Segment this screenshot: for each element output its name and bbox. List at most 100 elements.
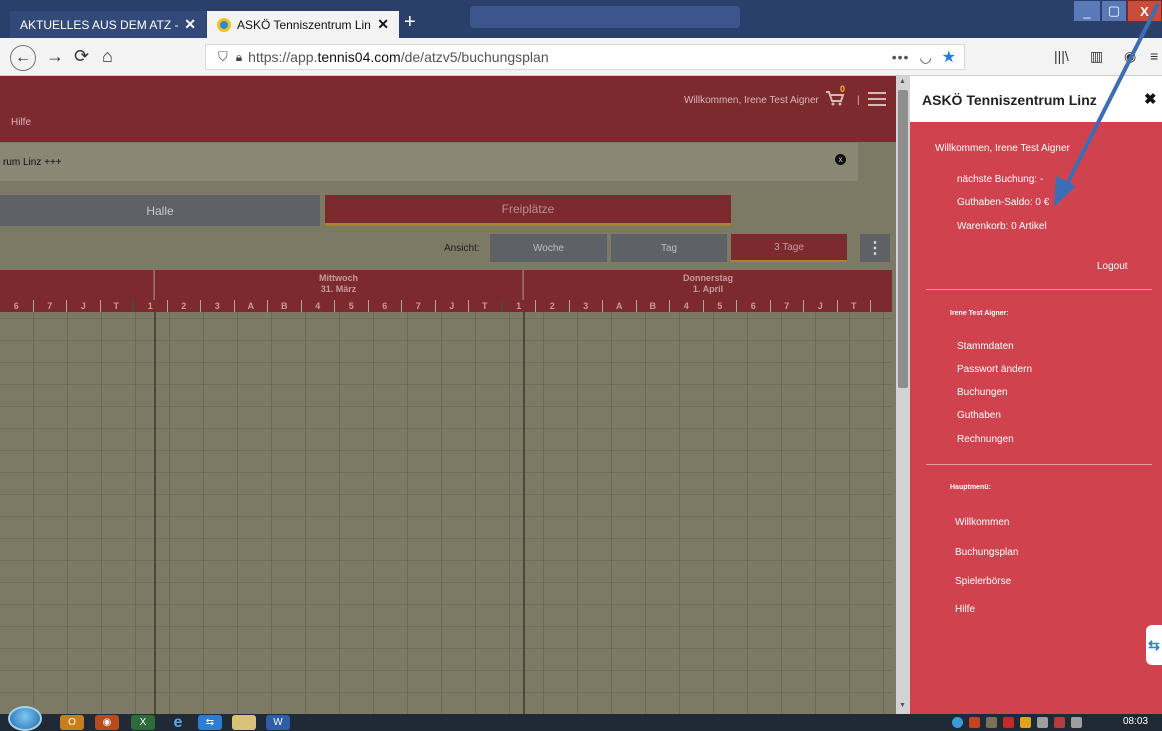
system-tray (952, 715, 1082, 730)
tab-freiplaetze[interactable]: Freiplätze (325, 195, 731, 226)
tab-close-icon[interactable]: ✕ (184, 16, 196, 33)
windows-taskbar: O ◉ X e ⇆ W 08:03 (0, 706, 1162, 731)
link-hilfe[interactable]: Hilfe (955, 604, 975, 615)
link-rechnungen[interactable]: Rechnungen (957, 434, 1014, 445)
court-label: B (637, 300, 670, 312)
back-arrow-icon[interactable]: ← (10, 45, 36, 71)
page-actions-icon[interactable]: ••• (892, 49, 910, 65)
scrollbar-thumb[interactable] (898, 90, 908, 388)
tray-app-icon[interactable] (969, 717, 980, 728)
header-welcome-text: Willkommen, Irene Test Aigner (684, 95, 819, 106)
browser-nav-bar: ← → ⟳ ⌂ ⛉ 🔒︎ https://app.tennis04.com/de… (0, 38, 1162, 76)
day-date: 31. März (320, 284, 357, 294)
court-label: 4 (670, 300, 704, 312)
tray-display-icon[interactable] (1071, 717, 1082, 728)
main-menu-heading: Hauptmenü: (950, 484, 991, 491)
court-label: 2 (536, 300, 570, 312)
view-day-button[interactable]: Tag (611, 234, 727, 262)
bookmark-star-icon[interactable]: ★ (942, 47, 956, 67)
more-options-icon[interactable]: ⋮ (860, 234, 890, 262)
balance: Guthaben-Saldo: 0 € (957, 197, 1050, 208)
court-label: 6 (737, 300, 771, 312)
browser-tab-tennis[interactable]: ASKÖ Tenniszentrum Linz - Che ✕ (207, 11, 399, 38)
cart-summary: Warenkorb: 0 Artikel (957, 221, 1047, 232)
hamburger-menu-icon[interactable] (868, 92, 886, 110)
titlebar-glow (470, 6, 740, 28)
cart-icon[interactable]: 0 (825, 84, 847, 108)
url-text[interactable]: https://app.tennis04.com/de/atzv5/buchun… (248, 49, 892, 65)
next-booking: nächste Buchung: - (957, 174, 1044, 185)
court-header-row: 67JT123AB4567JT123AB4567JT (0, 300, 892, 312)
court-label: J (67, 300, 101, 312)
tab-halle[interactable]: Halle (0, 195, 320, 226)
outlook-icon[interactable]: O (60, 715, 84, 730)
tab-title: ASKÖ Tenniszentrum Linz - Che (237, 17, 371, 32)
court-label: J (804, 300, 838, 312)
firefox-icon[interactable]: ◉ (95, 715, 119, 730)
internet-explorer-icon[interactable]: e (166, 714, 190, 731)
tray-pdf-icon[interactable] (1003, 717, 1014, 728)
new-tab-button[interactable]: + (404, 11, 416, 34)
tray-app-icon[interactable] (1020, 717, 1031, 728)
link-stammdaten[interactable]: Stammdaten (957, 341, 1014, 352)
header-separator: | (857, 95, 860, 106)
court-label: 6 (0, 300, 34, 312)
scroll-down-icon[interactable]: ▼ (899, 702, 906, 709)
header-help-link[interactable]: Hilfe (11, 117, 31, 128)
home-icon[interactable]: ⌂ (102, 46, 113, 67)
favicon-icon (217, 17, 231, 32)
day-date: 1. April (692, 284, 724, 294)
news-ticker-text: rum Linz +++ (3, 157, 62, 168)
lock-icon[interactable]: 🔒︎ (236, 50, 242, 65)
day-header (0, 270, 154, 300)
teamviewer-icon[interactable]: ⇆ (198, 715, 222, 730)
view-3days-button[interactable]: 3 Tage (731, 234, 847, 262)
link-guthaben[interactable]: Guthaben (957, 410, 1001, 421)
day-header: Mittwoch 31. März (155, 270, 523, 300)
day-name: Donnerstag (682, 273, 733, 283)
tray-volume-icon[interactable] (1037, 717, 1048, 728)
link-buchungen[interactable]: Buchungen (957, 387, 1008, 398)
day-name: Mittwoch (319, 273, 358, 283)
start-button-icon[interactable] (8, 706, 42, 731)
tab-title: AKTUELLES AUS DEM ATZ - at (20, 17, 179, 32)
shield-icon[interactable]: ⛉ (218, 49, 228, 65)
court-label: 7 (402, 300, 436, 312)
court-label: 7 (771, 300, 804, 312)
news-ticker: rum Linz +++ x (0, 143, 858, 181)
tray-network-icon[interactable] (952, 717, 963, 728)
link-passwort-aendern[interactable]: Passwort ändern (957, 364, 1032, 375)
court-label: A (235, 300, 268, 312)
court-label: 4 (302, 300, 335, 312)
court-label: A (603, 300, 637, 312)
tray-app-icon[interactable] (986, 717, 997, 728)
view-week-button[interactable]: Woche (490, 234, 607, 262)
booking-grid[interactable] (0, 312, 892, 714)
explorer-folder-icon[interactable] (232, 715, 256, 730)
pocket-icon[interactable]: ◡ (919, 49, 931, 66)
court-label: 7 (34, 300, 67, 312)
address-bar[interactable]: ⛉ 🔒︎ https://app.tennis04.com/de/atzv5/b… (205, 44, 965, 70)
link-spielerboerse[interactable]: Spielerbörse (955, 576, 1011, 587)
logout-link[interactable]: Logout (1097, 261, 1128, 272)
court-label: 3 (570, 300, 603, 312)
tab-close-icon[interactable]: ✕ (377, 16, 389, 33)
court-label: T (838, 300, 871, 312)
reload-icon[interactable]: ⟳ (74, 46, 89, 67)
scroll-up-icon[interactable]: ▲ (899, 78, 906, 85)
browser-tab-atz-news[interactable]: AKTUELLES AUS DEM ATZ - at ✕ (10, 11, 206, 38)
link-willkommen[interactable]: Willkommen (955, 517, 1009, 528)
teamviewer-tab-icon[interactable]: ⇆ (1146, 625, 1162, 665)
close-icon[interactable]: x (835, 154, 846, 165)
excel-icon[interactable]: X (131, 715, 155, 730)
court-label: T (101, 300, 134, 312)
court-label: 6 (369, 300, 402, 312)
court-label: 5 (335, 300, 369, 312)
page-scrollbar[interactable]: ▲ ▼ (896, 76, 910, 714)
forward-arrow-icon[interactable]: → (46, 46, 64, 67)
word-icon[interactable]: W (266, 715, 290, 730)
divider (926, 289, 1152, 290)
clock: 08:03 (1123, 716, 1149, 727)
link-buchungsplan[interactable]: Buchungsplan (955, 547, 1018, 558)
tray-flag-icon[interactable] (1054, 717, 1065, 728)
